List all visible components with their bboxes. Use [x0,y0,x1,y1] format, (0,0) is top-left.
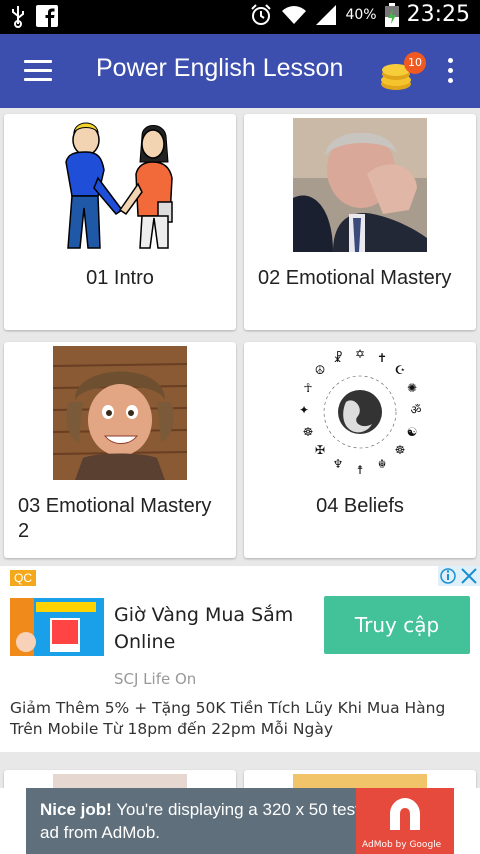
svg-text:☥: ☥ [304,381,313,395]
ad-advertiser: SCJ Life On [114,670,197,688]
signal-icon [316,4,337,25]
svg-text:✺: ✺ [407,381,417,395]
svg-text:☸: ☸ [395,443,406,457]
svg-text:✦: ✦ [299,403,309,417]
banner-strong: Nice job! [40,800,112,819]
wifi-icon [282,5,307,24]
adchoices-icon[interactable] [438,566,480,586]
ad-headline[interactable]: Giờ Vàng Mua Sắm Online [114,602,314,656]
coin-count-badge: 10 [404,52,426,74]
lesson-card-emotional-mastery[interactable]: 02 Emotional Mastery [244,114,476,330]
native-ad[interactable]: QC Giờ Vàng Mua Sắm Online SCJ Life On T… [0,566,480,752]
lesson-label: 02 Emotional Mastery [258,267,452,289]
svg-text:☮: ☮ [315,363,326,377]
lesson-label: 04 Beliefs [316,495,404,517]
battery-percent: 40% [345,6,377,23]
clock: 23:25 [406,2,470,27]
status-bar: 40% 23:25 [0,0,480,34]
svg-text:☯: ☯ [407,425,418,439]
svg-text:✝: ✝ [377,351,387,365]
svg-text:♆: ♆ [333,457,344,471]
svg-text:ॐ: ॐ [411,403,422,417]
banner-text: Nice job! You're displaying a 320 x 50 t… [40,798,360,844]
svg-text:✡: ✡ [355,347,365,361]
lesson-card-emotional-mastery-2[interactable]: 03 Emotional Mastery 2 [4,342,236,558]
ad-badge: QC [10,570,36,586]
lesson-thumbnail [293,774,427,788]
man-hand-on-forehead-photo [293,118,427,252]
handshake-illustration [65,122,173,249]
usb-icon [12,6,24,28]
menu-icon[interactable] [24,60,52,82]
admob-logo: AdMob by Google [356,788,454,854]
svg-text:☪: ☪ [395,363,406,377]
lesson-label: 03 Emotional Mastery 2 [18,495,212,542]
page-title: Power English Lesson [96,54,344,82]
banner-ad[interactable]: Nice job! You're displaying a 320 x 50 t… [0,788,480,854]
ad-image [10,598,104,656]
svg-text:☨: ☨ [357,463,364,477]
svg-text:☧: ☧ [333,351,342,365]
svg-text:✠: ✠ [315,443,325,457]
battery-charging-icon [384,2,399,27]
admob-caption: AdMob by Google [362,840,442,850]
svg-text:☸: ☸ [303,425,314,439]
religious-symbols-circle: ✡ ✝ ☪ ✺ ॐ ☯ ☸ ☬ ☨ ♆ ✠ ☸ ✦ ☥ ☮ ☧ [299,347,422,477]
man-fur-hat-photo [53,346,187,480]
facebook-icon [36,5,58,27]
lesson-card-intro[interactable]: 01 Intro [4,114,236,330]
ad-cta-button[interactable]: Truy cập [324,596,470,654]
more-options-icon[interactable] [446,58,454,86]
app-bar: Power English Lesson 10 [0,34,480,108]
lesson-thumbnail [53,774,187,788]
admob-icon [390,798,420,830]
lesson-card-beliefs[interactable]: ✡ ✝ ☪ ✺ ॐ ☯ ☸ ☬ ☨ ♆ ✠ ☸ ✦ ☥ ☮ ☧ 04 Belie… [244,342,476,558]
alarm-icon [251,3,272,25]
lesson-label: 01 Intro [86,267,154,289]
ad-description: Giảm Thêm 5% + Tặng 50K Tiền Tích Lũy Kh… [10,699,446,738]
svg-text:☬: ☬ [378,457,387,471]
